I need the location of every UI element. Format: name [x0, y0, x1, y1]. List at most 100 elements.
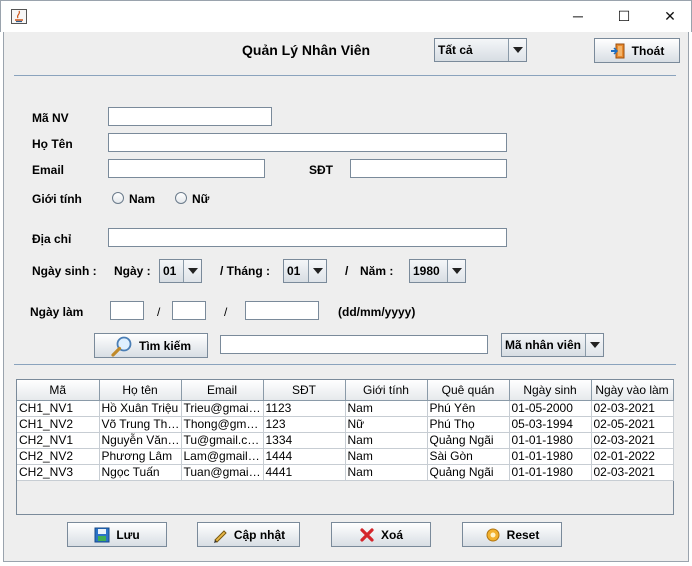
delete-button-label: Xoá	[380, 527, 403, 542]
table-cell[interactable]: 01-01-1980	[509, 448, 592, 465]
table-row[interactable]: CH2_NV1 Nguyễn Văn Tú Tu@gmail.com 1334 Nam Q…	[17, 432, 674, 449]
gender-female-radio[interactable]	[175, 192, 187, 204]
table-cell[interactable]: 02-03-2021	[591, 464, 674, 481]
month-combo[interactable]: 01	[283, 259, 327, 283]
email-field[interactable]	[108, 159, 265, 178]
sdt-label: SĐT	[309, 163, 333, 177]
chevron-down-icon[interactable]	[508, 39, 526, 61]
save-button[interactable]: Lưu	[67, 522, 167, 547]
table-cell[interactable]: CH2_NV1	[17, 432, 100, 449]
reset-gear-icon	[486, 528, 500, 541]
employee-table[interactable]: Mã Họ tên Email SĐT Giới tính Quê quán Ngày si…	[16, 379, 674, 515]
chevron-down-icon[interactable]	[585, 334, 603, 356]
table-cell[interactable]: 01-01-1980	[509, 432, 592, 449]
table-cell[interactable]: 01-01-1980	[509, 464, 592, 481]
start-month-field[interactable]	[172, 301, 206, 320]
table-cell[interactable]: Tu@gmail.com	[181, 432, 264, 449]
year-combo[interactable]: 1980	[409, 259, 466, 283]
chevron-down-icon[interactable]	[447, 260, 465, 282]
table-cell[interactable]: Trieu@gmail.com	[181, 400, 264, 417]
search-button[interactable]: Tìm kiếm	[94, 333, 208, 358]
gender-male-radio[interactable]	[112, 192, 124, 204]
search-input[interactable]	[220, 335, 488, 354]
ngay-lam-label: Ngày làm	[30, 305, 84, 319]
filter-combo[interactable]: Tất cả	[434, 38, 527, 62]
java-app-icon	[11, 9, 27, 24]
table-column-header[interactable]: SĐT	[263, 380, 346, 401]
start-day-field[interactable]	[110, 301, 144, 320]
exit-button[interactable]: Thoát	[594, 38, 680, 63]
table-cell[interactable]: 02-05-2021	[591, 416, 674, 433]
sdt-field[interactable]	[350, 159, 507, 178]
table-cell[interactable]: Hồ Xuân Triệu	[99, 400, 182, 417]
table-column-header[interactable]: Giới tính	[345, 380, 428, 401]
table-cell[interactable]: Phương Lâm	[99, 448, 182, 465]
chevron-down-icon[interactable]	[308, 260, 326, 282]
table-cell[interactable]: 05-03-1994	[509, 416, 592, 433]
table-cell[interactable]: CH1_NV2	[17, 416, 100, 433]
ma-nv-field[interactable]	[108, 107, 272, 126]
filter-combo-value: Tất cả	[438, 43, 473, 57]
table-column-header[interactable]: Quê quán	[427, 380, 510, 401]
date-slash: /	[345, 264, 349, 278]
table-cell[interactable]: Phú Thọ	[427, 416, 510, 433]
table-column-header[interactable]: Mã	[17, 380, 100, 401]
minimize-button[interactable]: ─	[555, 1, 601, 32]
top-separator	[14, 75, 676, 76]
ho-ten-field[interactable]	[108, 133, 507, 152]
table-cell[interactable]: Thong@gmail.com	[181, 416, 264, 433]
maximize-button[interactable]: ☐	[601, 1, 647, 32]
table-cell[interactable]: Sài Gòn	[427, 448, 510, 465]
table-cell[interactable]: 1444	[263, 448, 346, 465]
table-cell[interactable]: Nữ	[345, 416, 428, 433]
bottom-separator	[14, 364, 676, 365]
chevron-down-icon[interactable]	[183, 260, 201, 282]
delete-button[interactable]: Xoá	[331, 522, 431, 547]
table-cell[interactable]: 02-03-2021	[591, 400, 674, 417]
table-cell[interactable]: CH1_NV1	[17, 400, 100, 417]
update-button[interactable]: Cập nhật	[197, 522, 300, 547]
table-cell[interactable]: CH2_NV2	[17, 448, 100, 465]
table-row[interactable]: CH1_NV2Võ Trung ThôngThong@gmail.com123N…	[17, 416, 674, 433]
table-cell[interactable]: 1334	[263, 432, 346, 449]
table-cell[interactable]: 02-01-2022	[591, 448, 674, 465]
table-cell[interactable]: 02-03-2021	[591, 432, 674, 449]
search-icon	[111, 336, 132, 357]
close-button[interactable]: ✕	[647, 1, 692, 32]
reset-button[interactable]: Reset	[462, 522, 562, 547]
table-cell[interactable]: 01-05-2000	[509, 400, 592, 417]
table-cell[interactable]: Ngọc Tuấn	[99, 464, 182, 481]
table-cell[interactable]: 4441	[263, 464, 346, 481]
table-cell[interactable]: Nam	[345, 464, 428, 481]
dia-chi-field[interactable]	[108, 228, 507, 247]
table-cell[interactable]: Nguyễn Văn Tú	[99, 432, 182, 449]
search-field-combo[interactable]: Mã nhân viên	[501, 333, 604, 357]
table-cell[interactable]: Lam@gmail.com	[181, 448, 264, 465]
start-year-field[interactable]	[245, 301, 319, 320]
table-cell[interactable]: 1123	[263, 400, 346, 417]
exit-door-icon	[610, 43, 625, 58]
table-row[interactable]: CH1_NV1Hồ Xuân TriệuTrieu@gmail.com1123N…	[17, 400, 674, 417]
table-column-header[interactable]: Email	[181, 380, 264, 401]
table-cell[interactable]: CH2_NV3	[17, 464, 100, 481]
table-cell[interactable]: Nam	[345, 400, 428, 417]
table-cell[interactable]: Võ Trung Thông	[99, 416, 182, 433]
table-cell[interactable]: Tuan@gmail.com	[181, 464, 264, 481]
table-column-header[interactable]: Ngày sinh	[509, 380, 592, 401]
save-button-label: Lưu	[116, 527, 140, 542]
table-cell[interactable]: Nam	[345, 432, 428, 449]
table-cell[interactable]: Phú Yên	[427, 400, 510, 417]
table-column-header[interactable]: Họ tên	[99, 380, 182, 401]
table-cell[interactable]: Nam	[345, 448, 428, 465]
ho-ten-label: Họ Tên	[32, 137, 73, 151]
table-cell[interactable]: Quảng Ngãi	[427, 464, 510, 481]
reset-button-label: Reset	[506, 527, 540, 542]
table-cell[interactable]: 123	[263, 416, 346, 433]
ngay-label: Ngày :	[114, 264, 151, 278]
day-combo[interactable]: 01	[159, 259, 202, 283]
table-column-header[interactable]: Ngày vào làm	[591, 380, 674, 401]
save-floppy-icon	[94, 527, 110, 542]
table-cell[interactable]: Quảng Ngãi	[427, 432, 510, 449]
table-row[interactable]: CH2_NV2Phương LâmLam@gmail.com1444NamSài…	[17, 448, 674, 465]
table-row[interactable]: CH2_NV3Ngọc TuấnTuan@gmail.com4441NamQuả…	[17, 464, 674, 481]
